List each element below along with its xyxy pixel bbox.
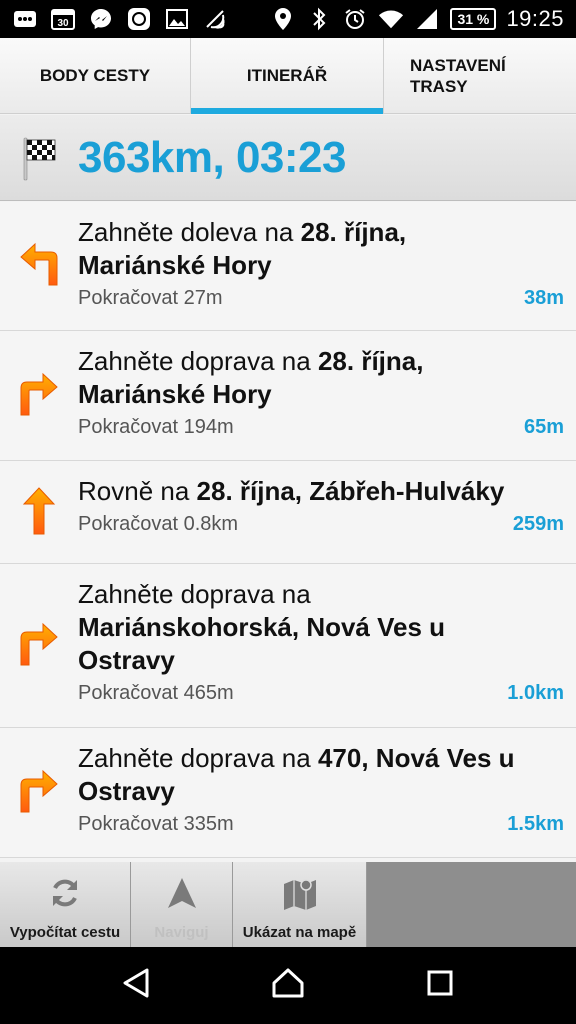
turn-right-arrow-icon: [0, 564, 78, 727]
turn-left-arrow-icon: [0, 202, 78, 330]
tab-label-line1: NASTAVENÍ: [410, 55, 506, 75]
alarm-icon: [342, 7, 368, 31]
clock: 19:25: [506, 6, 564, 31]
bluetooth-icon: [306, 7, 332, 31]
wifi-icon: [378, 7, 404, 31]
step-distance: 259m: [512, 513, 564, 535]
continue-distance: Pokračovat 194m: [78, 416, 234, 438]
turn-right-arrow-icon: [0, 728, 78, 857]
continue-distance: Pokračovat 335m: [78, 813, 234, 835]
recents-button[interactable]: [410, 956, 470, 1016]
nfc-icon: [202, 7, 228, 31]
tab-label: BODY CESTY: [39, 65, 151, 85]
calendar-icon: 30: [50, 7, 76, 31]
battery-indicator: 31 %: [450, 8, 497, 30]
map-pin-icon: [282, 876, 318, 915]
road-locality: Mariánské Hory: [78, 379, 272, 409]
straight-arrow-icon: [0, 461, 78, 563]
tab-label: NASTAVENÍ TRASY: [410, 55, 506, 97]
navigate-button[interactable]: Naviguj: [131, 862, 233, 947]
refresh-icon: [48, 876, 82, 915]
step-distance: 38m: [523, 287, 564, 309]
grid-dots-icon: [12, 7, 38, 31]
continue-distance: Pokračovat 27m: [78, 287, 223, 309]
step-distance: 65m: [523, 416, 564, 438]
tab-label-line2: TRASY: [410, 76, 468, 96]
bottom-toolbar: Vypočítat cestu Naviguj Ukázat na mapě: [0, 862, 576, 947]
list-item[interactable]: Zahněte doprava na 28. října, Mariánské …: [0, 331, 576, 461]
instruction-verb: Zahněte doprava na: [78, 346, 318, 376]
route-summary: 363km, 03:23: [0, 115, 576, 201]
route-distance-time: 363km, 03:23: [78, 132, 347, 182]
road-name: 28. října, Zábřeh-Hulváky: [196, 476, 505, 506]
messenger-icon: [88, 7, 114, 31]
road-name: 28. října,: [300, 217, 407, 247]
image-icon: [164, 7, 190, 31]
instruction-text: Zahněte doprava na 28. října, Mariánské …: [78, 345, 564, 411]
road-locality: Ostravy: [78, 645, 175, 675]
instruction-verb: Rovně na: [78, 476, 197, 506]
show-on-map-label: Ukázat na mapě: [242, 924, 357, 941]
list-item[interactable]: Zahněte doprava na 470, Nová Ves u Ostra…: [0, 728, 576, 858]
instruction-text: Rovně na 28. října, Zábřeh-Hulváky: [78, 475, 564, 508]
instruction-text: Zahněte doprava na 470, Nová Ves u Ostra…: [78, 742, 564, 808]
app-icon: [126, 7, 152, 31]
back-triangle-icon: [121, 967, 151, 1004]
list-item[interactable]: Rovně na 28. října, Zábřeh-Hulváky Pokra…: [0, 461, 576, 564]
navigate-label: Naviguj: [154, 924, 209, 941]
instruction-verb: Zahněte doleva na: [78, 217, 301, 247]
tab-nastaveni-trasy[interactable]: NASTAVENÍ TRASY: [384, 38, 576, 113]
tab-label: ITINERÁŘ: [246, 65, 328, 85]
recalculate-route-button[interactable]: Vypočítat cestu: [0, 862, 131, 947]
instruction-verb: Zahněte doprava na: [78, 579, 311, 609]
continue-distance: Pokračovat 465m: [78, 682, 234, 704]
navigation-arrow-icon: [165, 876, 199, 915]
list-item[interactable]: Zahněte doleva na 28. října, Mariánské H…: [0, 202, 576, 331]
instruction-text: Zahněte doprava na Mariánskohorská, Nová…: [78, 578, 564, 677]
continue-distance: Pokračovat 0.8km: [78, 513, 239, 535]
instruction-text: Zahněte doleva na 28. října, Mariánské H…: [78, 216, 564, 282]
signal-icon: [414, 7, 440, 31]
road-locality: Mariánské Hory: [78, 250, 272, 280]
status-bar: 30 31 % 19:25: [0, 0, 576, 38]
checkered-flag-icon: [0, 115, 78, 201]
location-icon: [270, 7, 296, 31]
system-nav-bar: [0, 947, 576, 1024]
itinerary-list[interactable]: Zahněte doleva na 28. října, Mariánské H…: [0, 202, 576, 862]
back-button[interactable]: [106, 956, 166, 1016]
home-icon: [271, 967, 305, 1004]
recalculate-route-label: Vypočítat cestu: [9, 924, 121, 941]
instruction-verb: Zahněte doprava na: [78, 743, 318, 773]
list-item[interactable]: Zahněte doprava na Mariánskohorská, Nová…: [0, 564, 576, 728]
road-name: Mariánskohorská, Nová Ves u: [78, 612, 446, 642]
step-distance: 1.5km: [507, 813, 564, 835]
turn-right-arrow-icon: [0, 331, 78, 460]
calendar-day: 30: [57, 18, 69, 29]
tab-bar: BODY CESTY ITINERÁŘ NASTAVENÍ TRASY: [0, 38, 576, 114]
toolbar-spacer: [367, 862, 576, 947]
road-name: 28. října,: [317, 346, 424, 376]
road-name: 470, Nová Ves u: [317, 743, 515, 773]
tab-itinerar[interactable]: ITINERÁŘ: [191, 38, 384, 114]
show-on-map-button[interactable]: Ukázat na mapě: [233, 862, 367, 947]
home-button[interactable]: [258, 956, 318, 1016]
step-distance: 1.0km: [507, 682, 564, 704]
tab-body-cesty[interactable]: BODY CESTY: [0, 38, 191, 113]
road-locality: Ostravy: [78, 776, 175, 806]
recents-square-icon: [426, 969, 454, 1002]
